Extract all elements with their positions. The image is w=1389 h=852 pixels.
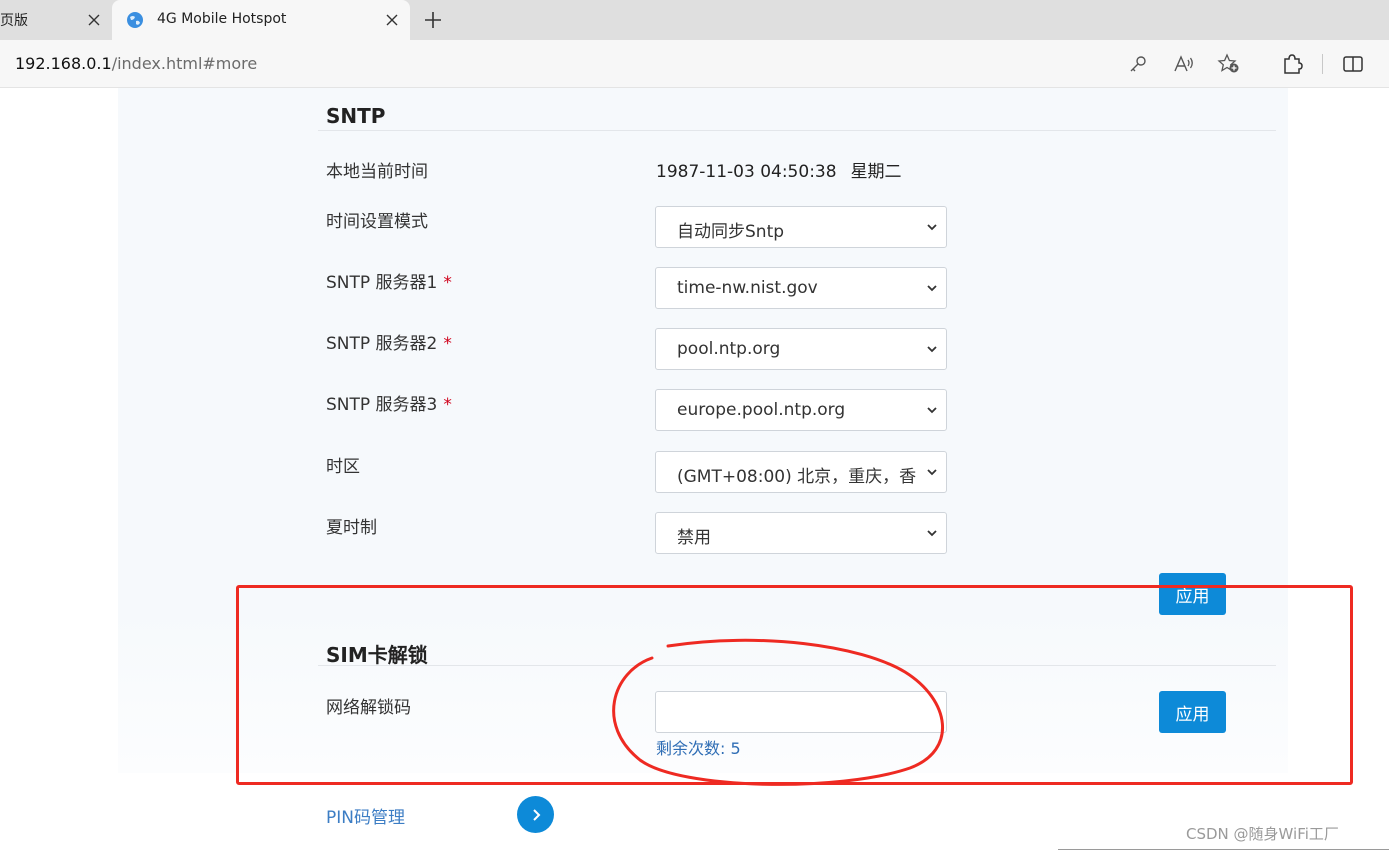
annotation-hand-drawn-circle bbox=[612, 638, 945, 786]
watermark-text: CSDN @随身WiFi工厂 bbox=[1186, 825, 1339, 843]
watermark-underline bbox=[1058, 849, 1389, 850]
